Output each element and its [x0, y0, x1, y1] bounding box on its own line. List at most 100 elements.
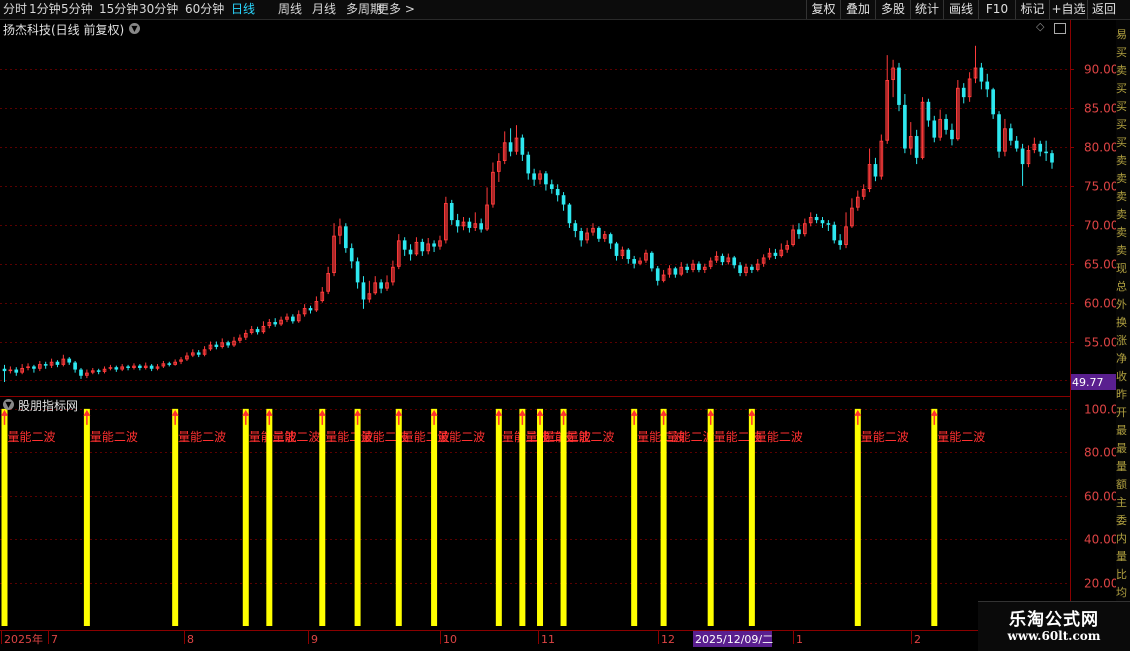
- candle-body: [597, 227, 601, 239]
- side-panel-cell: 卖: [1116, 172, 1127, 185]
- chart-canvas[interactable]: 90.00 85.00 80.00 75.00 70.00 65.00 60.00 55.00…: [0, 0, 1116, 650]
- candle-body: [685, 266, 689, 270]
- candle-body: [43, 364, 48, 366]
- price-tick-label: 75.00: [1084, 180, 1116, 194]
- signal-label: 量能二波: [178, 430, 226, 444]
- price-tick-label: 70.00: [1084, 219, 1116, 233]
- candle-body: [508, 142, 513, 152]
- candle-body: [797, 229, 801, 235]
- candle-body: [214, 344, 219, 347]
- candle-body: [720, 255, 725, 263]
- candle-body: [32, 366, 36, 369]
- side-panel-cell: 委: [1116, 514, 1127, 527]
- candle-body: [738, 265, 742, 274]
- candle-body: [626, 249, 631, 260]
- candle-body: [273, 322, 278, 325]
- side-panel-cell: 最: [1116, 442, 1127, 455]
- candle-body: [1038, 143, 1043, 152]
- candle-body: [914, 136, 919, 158]
- candle-body: [479, 223, 483, 230]
- candle-body: [467, 221, 472, 228]
- candle-body: [991, 89, 995, 115]
- candle-body: [255, 329, 260, 333]
- side-panel-cell: 现: [1116, 262, 1127, 275]
- price-tick-label: 80.00: [1084, 141, 1116, 155]
- candle-body: [579, 231, 584, 241]
- signal-label: 量能二波: [667, 430, 715, 444]
- candle-body: [614, 243, 619, 256]
- candle-body: [138, 365, 142, 368]
- candle-body: [455, 220, 460, 227]
- side-panel-cell: 买: [1116, 82, 1127, 95]
- candle-body: [567, 204, 572, 224]
- date-label: 9: [311, 633, 318, 646]
- indicator-tick-label: 20.00: [1084, 577, 1116, 591]
- candle-body: [361, 282, 366, 300]
- side-panel-cell: 内: [1116, 532, 1127, 545]
- candle-body: [832, 224, 837, 241]
- signal-label: 量能二波: [90, 430, 138, 444]
- candle-body: [950, 129, 954, 140]
- candle-body: [449, 202, 454, 221]
- side-panel-cell: 量: [1116, 460, 1127, 473]
- signal-label: 量能二波: [755, 430, 803, 444]
- candle-body: [1050, 153, 1054, 163]
- candle-body: [608, 234, 613, 244]
- candle-body: [873, 164, 878, 177]
- candle-body: [149, 365, 154, 369]
- side-panel-cell: 开: [1116, 406, 1127, 419]
- right-info-panel[interactable]: 易买卖买买买买卖卖卖卖卖卖现总外换涨净收昨开最最量额主委内量比均: [1116, 20, 1130, 630]
- signal-label: 量能二波: [8, 430, 56, 444]
- candle-body: [961, 87, 966, 98]
- candle-body: [55, 361, 60, 365]
- candle-body: [432, 243, 436, 247]
- candle-body: [408, 249, 413, 255]
- candle-body: [573, 223, 578, 232]
- side-panel-cell: 最: [1116, 424, 1127, 437]
- candle-body: [1020, 148, 1025, 165]
- side-panel-cell: 卖: [1116, 64, 1127, 77]
- watermark: 乐淘公式网 www.60lt.com: [978, 601, 1130, 651]
- candle-body: [420, 241, 425, 252]
- candle-body: [349, 248, 354, 262]
- side-panel-cell: 昨: [1116, 388, 1127, 401]
- side-panel-cell: 换: [1116, 316, 1127, 329]
- candle-body: [750, 266, 754, 270]
- candle-body: [196, 352, 201, 355]
- candle-body: [555, 188, 560, 196]
- side-panel-cell: 净: [1116, 352, 1127, 365]
- candle-body: [732, 257, 737, 266]
- price-tick-label: 90.00: [1084, 63, 1116, 77]
- date-label: 12: [661, 633, 675, 646]
- candle-body: [926, 101, 931, 121]
- price-tick-label: 65.00: [1084, 258, 1116, 272]
- indicator-menu-icon[interactable]: ▼: [3, 399, 14, 410]
- candle-body: [226, 342, 230, 346]
- price-tick-label: 85.00: [1084, 102, 1116, 116]
- candle-body: [308, 308, 313, 311]
- signal-label: 量能二波: [437, 430, 485, 444]
- date-label: 10: [443, 633, 457, 646]
- candle-body: [14, 369, 19, 373]
- date-label: 7: [51, 633, 58, 646]
- candle-body: [814, 217, 819, 221]
- signal-label: 量能二波: [272, 430, 320, 444]
- candle-body: [1014, 140, 1019, 149]
- candle-body: [2, 368, 7, 372]
- side-panel-cell: 涨: [1116, 334, 1127, 347]
- candle-body: [379, 282, 383, 289]
- candle-body: [820, 220, 825, 224]
- side-panel-cell: 卖: [1116, 154, 1127, 167]
- candle-body: [526, 154, 531, 174]
- candle-body: [561, 195, 566, 205]
- candle-body: [697, 263, 701, 270]
- candle-body: [520, 137, 525, 155]
- candle-body: [826, 223, 831, 225]
- side-panel-cell: 卖: [1116, 226, 1127, 239]
- candle-body: [343, 226, 348, 249]
- side-panel-cell: 量: [1116, 550, 1127, 563]
- side-panel-cell: 买: [1116, 118, 1127, 131]
- side-panel-cell: 收: [1116, 370, 1127, 383]
- candle-body: [650, 252, 654, 269]
- price-tick-label: 55.00: [1084, 336, 1116, 350]
